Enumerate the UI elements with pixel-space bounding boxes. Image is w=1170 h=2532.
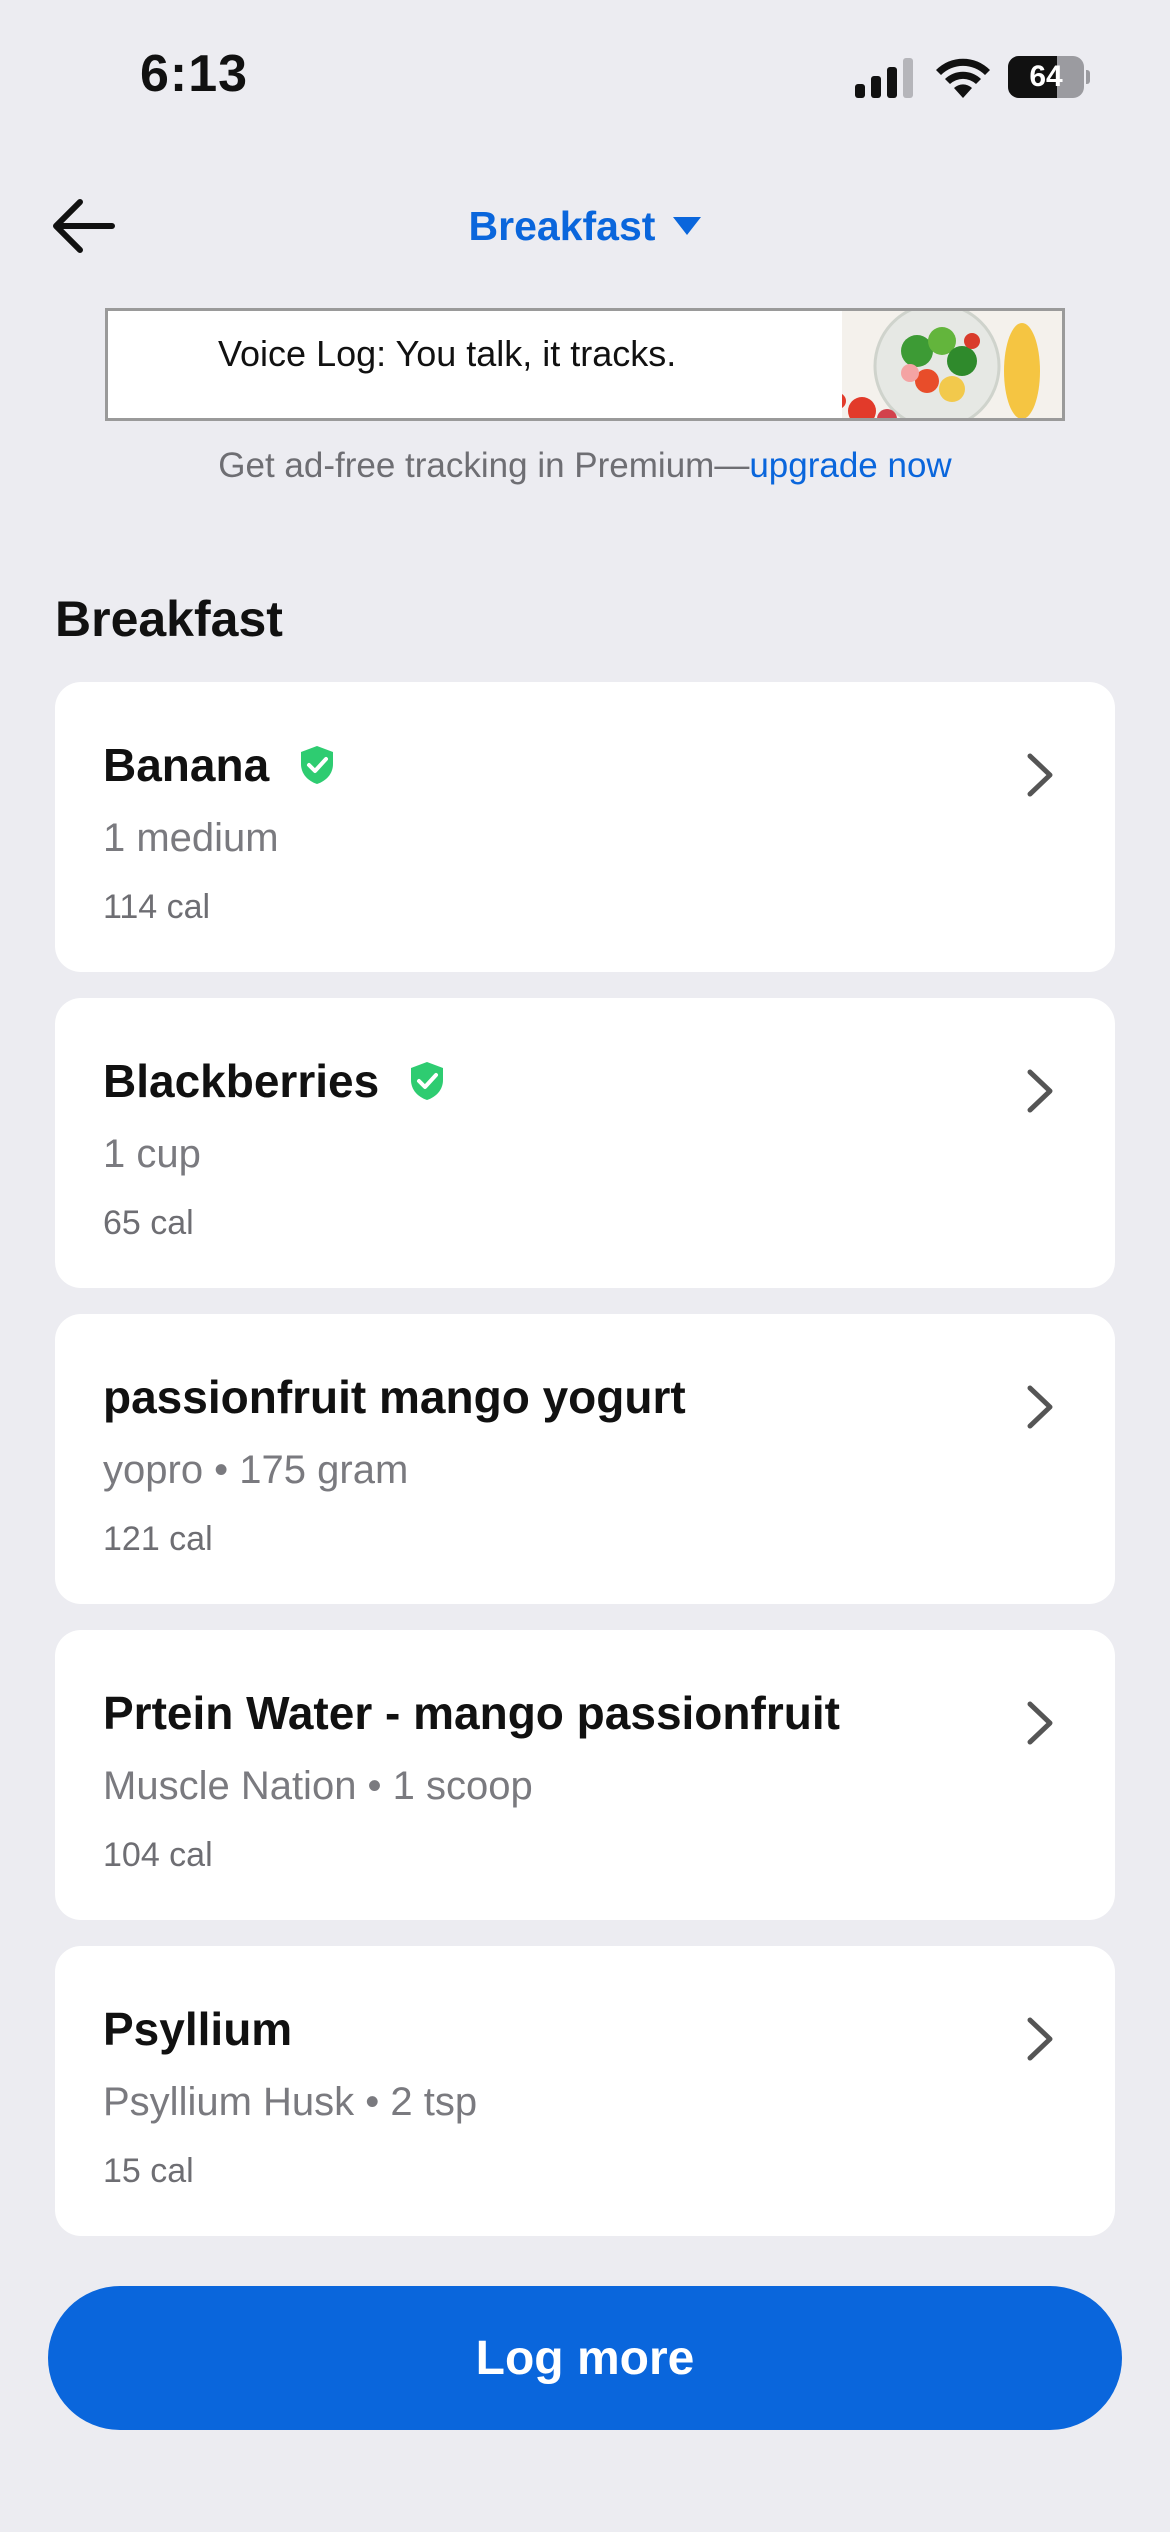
food-name: Psyllium	[103, 2003, 293, 2055]
chevron-right-icon	[1027, 2017, 1053, 2061]
food-serving: Psyllium Husk • 2 tsp	[103, 2080, 478, 2124]
food-serving: Muscle Nation • 1 scoop	[103, 1764, 533, 1808]
cellular-signal-icon	[855, 58, 913, 98]
food-name: Blackberries	[103, 1055, 380, 1107]
food-item-card[interactable]: Psyllium Psyllium Husk • 2 tsp 15 cal	[55, 1946, 1115, 2236]
premium-text: Get ad-free tracking in Premium—	[218, 446, 750, 485]
chevron-right-icon	[1027, 1701, 1053, 1745]
verified-shield-icon	[301, 746, 334, 784]
food-name: passionfruit mango yogurt	[103, 1371, 686, 1423]
ad-text: Voice Log: You talk, it tracks.	[218, 333, 677, 374]
food-item-card[interactable]: passionfruit mango yogurt yopro • 175 gr…	[55, 1314, 1115, 1604]
food-calories: 114 cal	[103, 888, 211, 926]
chevron-right-icon	[1027, 1385, 1053, 1429]
food-item-card[interactable]: Blackberries 1 cup 65 cal	[55, 998, 1115, 1288]
meal-title: Breakfast	[468, 202, 656, 249]
battery-cap	[1086, 70, 1090, 84]
caret-down-icon	[673, 217, 702, 235]
food-calories: 65 cal	[103, 1204, 194, 1242]
food-log-screen: 6:13 64 Breakfast Voice Log: You talk, i…	[0, 0, 1170, 2532]
status-time: 6:13	[140, 45, 249, 103]
food-name-row: passionfruit mango yogurt	[103, 1370, 686, 1424]
food-name-row: Prtein Water - mango passionfruit	[103, 1686, 840, 1740]
food-calories: 121 cal	[103, 1520, 213, 1558]
battery-level: 64	[1029, 60, 1063, 93]
battery-body: 64	[1008, 56, 1084, 98]
salad-bowl-image	[842, 311, 1062, 418]
chevron-right-icon	[1027, 753, 1053, 797]
food-item-card[interactable]: Banana 1 medium 114 cal	[55, 682, 1115, 972]
ad-banner[interactable]: Voice Log: You talk, it tracks.	[105, 308, 1065, 421]
premium-upsell: Get ad-free tracking in Premium—upgrade …	[0, 446, 1170, 486]
wifi-icon	[936, 58, 990, 98]
meal-selector[interactable]: Breakfast	[0, 196, 1170, 256]
food-calories: 104 cal	[103, 1836, 213, 1874]
verified-shield-icon	[411, 1062, 444, 1100]
food-serving: 1 cup	[103, 1132, 201, 1176]
food-name-row: Psyllium	[103, 2002, 292, 2056]
food-name: Prtein Water - mango passionfruit	[103, 1687, 840, 1739]
chevron-right-icon	[1027, 1069, 1053, 1113]
food-serving: 1 medium	[103, 816, 279, 860]
food-serving: yopro • 175 gram	[103, 1448, 409, 1492]
food-calories: 15 cal	[103, 2152, 194, 2190]
food-name: Banana	[103, 739, 270, 791]
food-item-card[interactable]: Prtein Water - mango passionfruit Muscle…	[55, 1630, 1115, 1920]
log-more-button[interactable]: Log more	[48, 2286, 1122, 2430]
upgrade-now-link[interactable]: upgrade now	[749, 446, 951, 485]
battery-indicator: 64	[1008, 56, 1090, 98]
food-name-row: Blackberries	[103, 1054, 445, 1108]
section-title: Breakfast	[55, 591, 283, 647]
food-name-row: Banana	[103, 738, 335, 792]
